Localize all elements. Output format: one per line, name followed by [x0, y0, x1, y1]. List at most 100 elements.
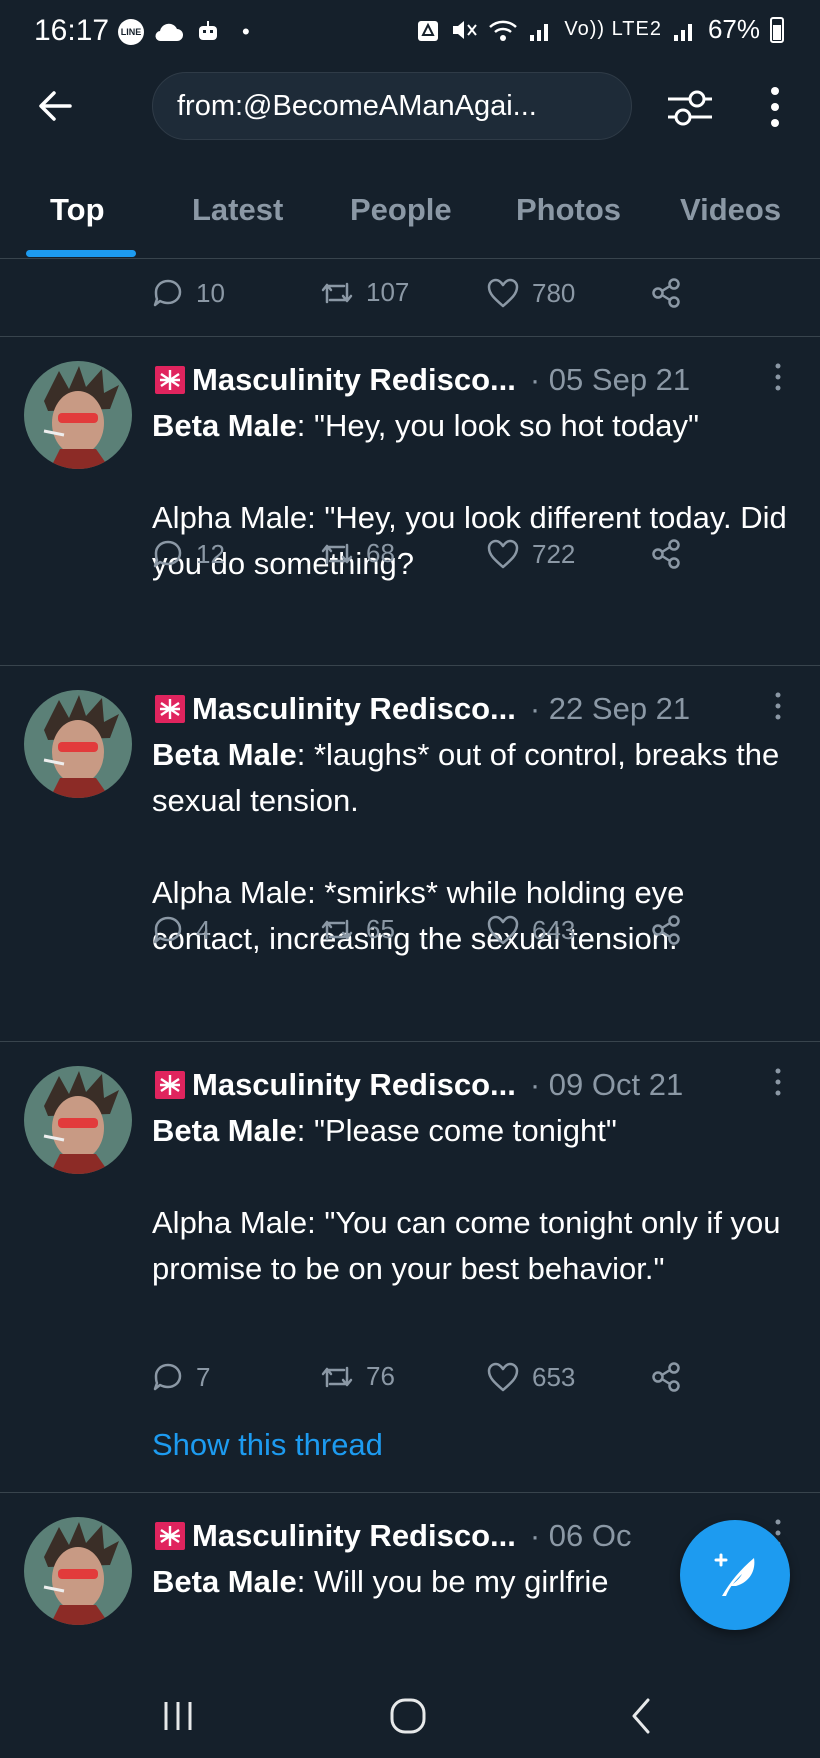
search-tabs: Top Latest People Photos Videos [0, 164, 820, 259]
tweet-menu-icon[interactable] [770, 358, 786, 398]
avatar[interactable] [24, 361, 132, 469]
retweet-button[interactable]: 107 [320, 277, 409, 308]
retweet-count: 76 [366, 1361, 395, 1391]
retweet-button[interactable]: 76 [320, 1361, 395, 1392]
avatar[interactable] [24, 1517, 132, 1625]
tweet[interactable]: Masculinity Redisco... · 05 Sep 21 Beta … [0, 337, 820, 666]
reply-count: 10 [196, 277, 225, 308]
avatar-image [24, 361, 132, 469]
display-name[interactable]: Masculinity Redisco... [192, 1518, 516, 1554]
active-tab-indicator [26, 250, 136, 257]
tweet-header: Masculinity Redisco... · 05 Sep 21 [152, 358, 792, 402]
tweet-actions: 12 68 722 [152, 538, 712, 578]
siren-emoji-icon [155, 1522, 185, 1550]
system-back-icon[interactable] [624, 1696, 660, 1736]
search-query: from:@BecomeAManAgai... [177, 89, 537, 122]
tab-videos[interactable]: Videos [680, 192, 781, 228]
beta-label: Beta Male [152, 737, 297, 772]
share-button[interactable] [650, 277, 682, 309]
tweet[interactable]: Masculinity Redisco... · 09 Oct 21 Beta … [0, 1042, 820, 1493]
tweet-menu-icon[interactable] [770, 687, 786, 727]
reply-icon [153, 916, 182, 944]
display-name[interactable]: Masculinity Redisco... [192, 691, 516, 727]
recycle-icon [418, 20, 439, 41]
battery-icon [770, 16, 784, 43]
share-button[interactable] [650, 1361, 682, 1393]
share-button[interactable] [650, 914, 682, 946]
system-nav-bar [0, 1660, 820, 1758]
status-bar: 16:17 LINE • Vo)) LTE2 67% [0, 0, 820, 64]
tweet-menu-icon[interactable] [770, 1063, 786, 1103]
like-count: 643 [532, 914, 576, 945]
signal-icon [530, 23, 549, 41]
feather-plus-icon [714, 1553, 755, 1596]
avatar[interactable] [24, 690, 132, 798]
reply-icon [153, 279, 182, 307]
display-name[interactable]: Masculinity Redisco... [192, 1067, 516, 1103]
reply-button[interactable]: 7 [152, 1361, 210, 1393]
siren-emoji-icon [155, 366, 185, 394]
avatar-image [24, 1517, 132, 1625]
share-icon [652, 915, 680, 945]
retweet-icon [321, 919, 353, 940]
display-name[interactable]: Masculinity Redisco... [192, 362, 516, 398]
battery-percent: 67% [707, 14, 760, 44]
tweet-actions: 10 107 780 [152, 277, 712, 317]
wifi-icon [489, 20, 518, 41]
tweet-date: · 09 Oct 21 [529, 1067, 684, 1102]
tweet-header: Masculinity Redisco... · 22 Sep 21 [152, 687, 792, 731]
more-options-icon[interactable] [760, 82, 790, 132]
beta-label: Beta Male [152, 408, 297, 443]
tweet[interactable]: Masculinity Redisco... · 22 Sep 21 Beta … [0, 666, 820, 1042]
share-icon [652, 1362, 680, 1392]
share-button[interactable] [650, 538, 682, 570]
like-button[interactable]: 722 [486, 538, 575, 570]
reply-button[interactable]: 10 [152, 277, 225, 309]
tweet-partial: 10 107 780 [0, 259, 820, 337]
reply-button[interactable]: 4 [152, 914, 210, 946]
retweet-icon [321, 1366, 353, 1387]
siren-emoji-icon [155, 695, 185, 723]
mute-icon [453, 20, 478, 39]
reply-count: 12 [196, 538, 225, 569]
avatar-image [24, 1066, 132, 1174]
retweet-count: 65 [366, 914, 395, 944]
beta-label: Beta Male [152, 1564, 297, 1599]
tab-top[interactable]: Top [50, 192, 105, 228]
tweet-date: · 06 Oc [529, 1518, 632, 1553]
tab-people[interactable]: People [350, 192, 452, 228]
avatar-image [24, 690, 132, 798]
retweet-button[interactable]: 65 [320, 914, 395, 945]
recent-apps-icon[interactable] [160, 1698, 196, 1734]
heart-icon [487, 1362, 519, 1392]
show-thread-link[interactable]: Show this thread [152, 1427, 383, 1463]
beta-line: : "Please come tonight" [296, 1113, 617, 1148]
compose-tweet-button[interactable] [680, 1520, 790, 1630]
share-icon [652, 539, 680, 569]
search-filter-icon[interactable] [664, 84, 716, 132]
network-label: Vo)) LTE2 [564, 18, 662, 40]
tweet-date: · 22 Sep 21 [529, 691, 691, 726]
alpha-line: Alpha Male: "You can come tonight only i… [152, 1205, 781, 1286]
reply-count: 7 [196, 1361, 211, 1392]
notification-dot: • [242, 19, 250, 44]
tab-latest[interactable]: Latest [192, 192, 283, 228]
reply-icon [153, 540, 182, 568]
like-button[interactable]: 780 [486, 277, 575, 309]
like-button[interactable]: 653 [486, 1361, 575, 1393]
like-button[interactable]: 643 [486, 914, 575, 946]
beta-line: : "Hey, you look so hot today" [296, 408, 699, 443]
signal-icon-2 [673, 23, 692, 41]
tweet-text: Beta Male: "Please come tonight" Alpha M… [152, 1108, 792, 1292]
search-input[interactable]: from:@BecomeAManAgai... [152, 72, 632, 140]
avatar[interactable] [24, 1066, 132, 1174]
heart-icon [487, 915, 519, 945]
reply-button[interactable]: 12 [152, 538, 225, 570]
heart-icon [487, 539, 519, 569]
cloud-icon [155, 23, 183, 42]
home-icon[interactable] [388, 1696, 428, 1736]
retweet-button[interactable]: 68 [320, 538, 395, 569]
tab-photos[interactable]: Photos [516, 192, 621, 228]
retweet-icon [321, 543, 353, 564]
back-arrow-icon[interactable] [30, 82, 82, 130]
